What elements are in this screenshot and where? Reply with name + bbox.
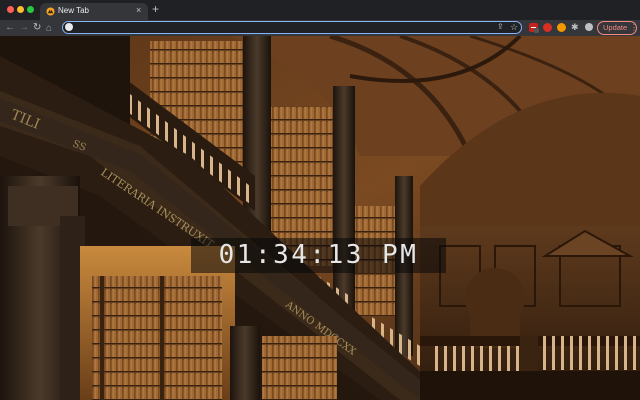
home-button[interactable]: ⌂ [46,22,52,36]
google-icon [65,23,73,31]
reload-button[interactable]: ↻ [33,21,41,35]
extensions-puzzle-icon[interactable]: ✱ [571,22,580,32]
clock-display: 01:34:13 PM [191,238,446,273]
address-bar[interactable]: ⇪ ☆ [62,21,522,34]
tab-strip: New Tab × + [0,0,640,20]
extension-red-icon[interactable] [529,23,539,33]
profile-avatar-icon[interactable] [585,23,593,31]
tab-new-tab[interactable]: New Tab × [40,3,148,20]
new-tab-page: TILI SS LITERARIA INSTRUXIT ANNO MDCCXX … [0,36,640,400]
toolbar: ← → ↻ ⌂ ⇪ ☆ ✱ Update ⋮ [0,20,640,36]
share-icon[interactable]: ⇪ [497,21,504,33]
extension-momentum-icon[interactable] [557,23,566,32]
address-input[interactable] [77,22,487,32]
momentum-icon [46,7,55,16]
extension-round-red-icon[interactable] [543,23,552,32]
new-tab-button[interactable]: + [152,3,159,15]
close-window-button[interactable] [7,6,14,13]
bookmark-star-icon[interactable]: ☆ [510,21,518,33]
library-background-image: TILI SS LITERARIA INSTRUXIT ANNO MDCCXX [0,36,640,400]
menu-icon[interactable]: ⋮ [630,23,638,32]
back-button[interactable]: ← [5,21,15,35]
tab-title: New Tab [58,6,89,15]
minimize-window-button[interactable] [17,6,24,13]
zoom-window-button[interactable] [27,6,34,13]
forward-button[interactable]: → [19,21,29,35]
close-icon[interactable]: × [136,5,141,15]
